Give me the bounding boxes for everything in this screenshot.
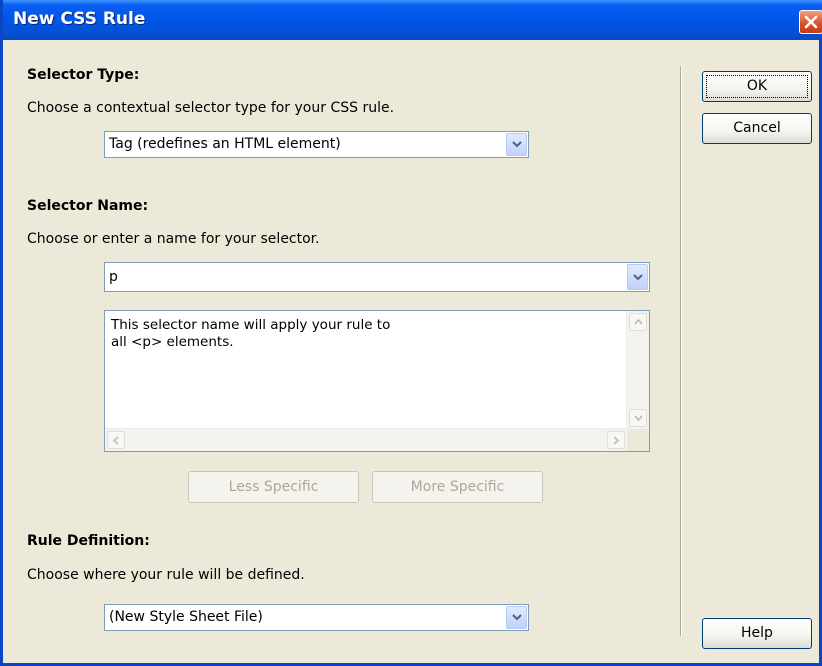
selector-description-text: This selector name will apply your rule …: [111, 317, 391, 350]
close-icon: [804, 15, 818, 29]
selector-type-heading: Selector Type:: [27, 67, 140, 83]
vertical-divider: [680, 66, 682, 636]
selector-name-combobox[interactable]: p: [104, 262, 650, 292]
help-button[interactable]: Help: [702, 618, 812, 649]
selector-name-dropdown-button[interactable]: [627, 264, 648, 290]
title-bar[interactable]: New CSS Rule: [3, 0, 822, 40]
selector-name-description: Choose or enter a name for your selector…: [27, 231, 320, 247]
selector-type-select[interactable]: Tag (redefines an HTML element): [104, 131, 529, 158]
rule-definition-heading: Rule Definition:: [27, 533, 150, 549]
scroll-right-button[interactable]: [607, 431, 625, 449]
selector-type-description: Choose a contextual selector type for yo…: [27, 100, 395, 116]
focus-rectangle: [706, 75, 808, 98]
scroll-up-button[interactable]: [629, 313, 647, 331]
arrow-up-icon: [634, 318, 643, 325]
cancel-label: Cancel: [733, 120, 781, 136]
rule-definition-dropdown-button[interactable]: [506, 606, 527, 629]
rule-definition-select[interactable]: (New Style Sheet File): [104, 604, 529, 631]
arrow-down-icon: [634, 415, 643, 422]
arrow-right-icon: [613, 436, 620, 445]
selector-name-value[interactable]: p: [109, 269, 118, 285]
less-specific-button[interactable]: Less Specific: [188, 471, 359, 503]
selector-name-heading: Selector Name:: [27, 198, 149, 214]
less-specific-label: Less Specific: [228, 479, 319, 495]
chevron-down-icon: [633, 274, 643, 281]
chevron-down-icon: [512, 614, 522, 621]
cancel-button[interactable]: Cancel: [702, 113, 812, 144]
scroll-down-button[interactable]: [629, 409, 647, 427]
selector-type-value: Tag (redefines an HTML element): [109, 136, 341, 152]
dialog-title: New CSS Rule: [13, 9, 146, 29]
selector-description-box: This selector name will apply your rule …: [104, 310, 650, 452]
ok-button[interactable]: OK: [702, 71, 812, 102]
more-specific-button[interactable]: More Specific: [372, 471, 543, 503]
scrollbar-corner: [627, 429, 649, 451]
arrow-left-icon: [112, 436, 119, 445]
horizontal-scrollbar[interactable]: [105, 428, 627, 451]
scroll-left-button[interactable]: [107, 431, 125, 449]
close-button[interactable]: [799, 10, 822, 34]
vertical-scrollbar[interactable]: [626, 311, 649, 429]
help-label: Help: [741, 625, 773, 641]
selector-type-dropdown-button[interactable]: [506, 133, 527, 156]
new-css-rule-dialog: New CSS Rule Selector Type: Choose a con…: [0, 0, 822, 666]
chevron-down-icon: [512, 141, 522, 148]
rule-definition-value: (New Style Sheet File): [109, 609, 263, 625]
rule-definition-description: Choose where your rule will be defined.: [27, 567, 305, 583]
more-specific-label: More Specific: [410, 479, 505, 495]
